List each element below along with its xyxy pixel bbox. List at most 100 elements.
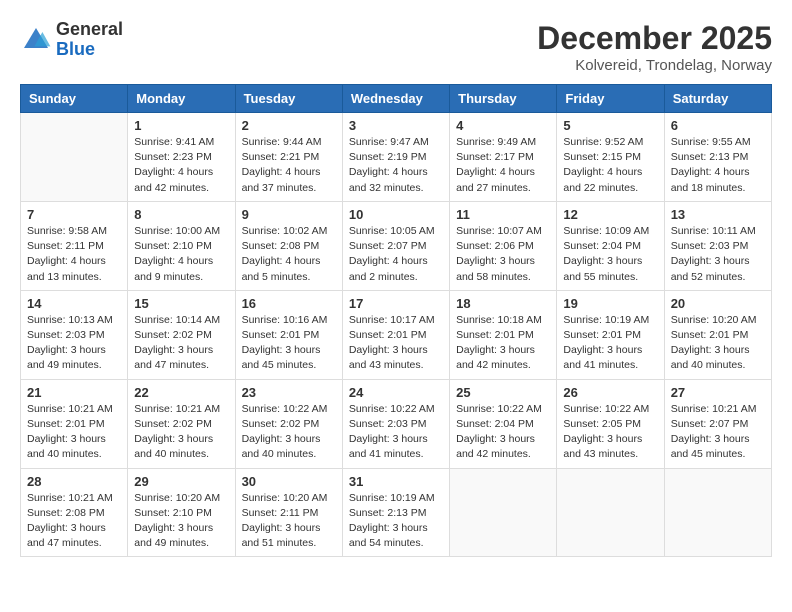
day-of-week-header: Wednesday — [342, 85, 449, 113]
calendar-day-cell: 11 Sunrise: 10:07 AM Sunset: 2:06 PM Dayl… — [450, 201, 557, 290]
calendar-day-cell: 23 Sunrise: 10:22 AM Sunset: 2:02 PM Dayl… — [235, 379, 342, 468]
day-number: 22 — [134, 385, 228, 400]
day-info: Sunrise: 9:41 AM Sunset: 2:23 PM Dayligh… — [134, 135, 228, 196]
calendar-day-cell: 30 Sunrise: 10:20 AM Sunset: 2:11 PM Dayl… — [235, 468, 342, 557]
day-info: Sunrise: 10:05 AM Sunset: 2:07 PM Daylig… — [349, 224, 443, 285]
day-info: Sunrise: 10:18 AM Sunset: 2:01 PM Daylig… — [456, 313, 550, 374]
calendar-week-row: 14 Sunrise: 10:13 AM Sunset: 2:03 PM Dayl… — [21, 290, 772, 379]
calendar-day-cell: 22 Sunrise: 10:21 AM Sunset: 2:02 PM Dayl… — [128, 379, 235, 468]
calendar-day-cell: 21Sunrise: 10:21 AM Sunset: 2:01 PM Dayl… — [21, 379, 128, 468]
day-info: Sunrise: 10:19 AM Sunset: 2:01 PM Daylig… — [563, 313, 657, 374]
calendar-day-cell: 5Sunrise: 9:52 AM Sunset: 2:15 PM Daylig… — [557, 113, 664, 202]
calendar-week-row: 21Sunrise: 10:21 AM Sunset: 2:01 PM Dayl… — [21, 379, 772, 468]
day-number: 6 — [671, 118, 765, 133]
calendar-day-cell: 17 Sunrise: 10:17 AM Sunset: 2:01 PM Dayl… — [342, 290, 449, 379]
day-info: Sunrise: 10:11 AM Sunset: 2:03 PM Daylig… — [671, 224, 765, 285]
day-info: Sunrise: 10:00 AM Sunset: 2:10 PM Daylig… — [134, 224, 228, 285]
calendar-day-cell: 8 Sunrise: 10:00 AM Sunset: 2:10 PM Dayli… — [128, 201, 235, 290]
day-number: 20 — [671, 296, 765, 311]
logo-blue-text: Blue — [56, 39, 95, 59]
calendar-day-cell: 19 Sunrise: 10:19 AM Sunset: 2:01 PM Dayl… — [557, 290, 664, 379]
calendar-day-cell: 18 Sunrise: 10:18 AM Sunset: 2:01 PM Dayl… — [450, 290, 557, 379]
day-info: Sunrise: 9:49 AM Sunset: 2:17 PM Dayligh… — [456, 135, 550, 196]
day-info: Sunrise: 10:22 AM Sunset: 2:02 PM Daylig… — [242, 402, 336, 463]
day-number: 8 — [134, 207, 228, 222]
day-info: Sunrise: 10:21 AM Sunset: 2:08 PM Daylig… — [27, 491, 121, 552]
calendar-day-cell: 12 Sunrise: 10:09 AM Sunset: 2:04 PM Dayl… — [557, 201, 664, 290]
day-number: 14 — [27, 296, 121, 311]
day-number: 23 — [242, 385, 336, 400]
calendar-day-cell: 7Sunrise: 9:58 AM Sunset: 2:11 PM Daylig… — [21, 201, 128, 290]
logo-icon — [20, 24, 52, 56]
day-number: 1 — [134, 118, 228, 133]
day-info: Sunrise: 10:17 AM Sunset: 2:01 PM Daylig… — [349, 313, 443, 374]
calendar-day-cell: 27 Sunrise: 10:21 AM Sunset: 2:07 PM Dayl… — [664, 379, 771, 468]
header: General Blue December 2025 Kolvereid, Tr… — [20, 20, 772, 74]
month-title: December 2025 — [537, 20, 772, 57]
day-number: 2 — [242, 118, 336, 133]
day-info: Sunrise: 9:55 AM Sunset: 2:13 PM Dayligh… — [671, 135, 765, 196]
title-area: December 2025 Kolvereid, Trondelag, Norw… — [537, 20, 772, 74]
day-number: 11 — [456, 207, 550, 222]
day-number: 3 — [349, 118, 443, 133]
day-info: Sunrise: 10:09 AM Sunset: 2:04 PM Daylig… — [563, 224, 657, 285]
calendar-day-cell: 3 Sunrise: 9:47 AM Sunset: 2:19 PM Daylig… — [342, 113, 449, 202]
day-info: Sunrise: 10:22 AM Sunset: 2:04 PM Daylig… — [456, 402, 550, 463]
logo: General Blue — [20, 20, 123, 60]
day-info: Sunrise: 10:16 AM Sunset: 2:01 PM Daylig… — [242, 313, 336, 374]
logo-general-text: General — [56, 19, 123, 39]
day-info: Sunrise: 10:13 AM Sunset: 2:03 PM Daylig… — [27, 313, 121, 374]
day-info: Sunrise: 10:21 AM Sunset: 2:07 PM Daylig… — [671, 402, 765, 463]
calendar-day-cell: 29 Sunrise: 10:20 AM Sunset: 2:10 PM Dayl… — [128, 468, 235, 557]
calendar-day-cell: 15Sunrise: 10:14 AM Sunset: 2:02 PM Dayl… — [128, 290, 235, 379]
calendar-header-row: SundayMondayTuesdayWednesdayThursdayFrid… — [21, 85, 772, 113]
calendar-day-cell: 13 Sunrise: 10:11 AM Sunset: 2:03 PM Dayl… — [664, 201, 771, 290]
day-number: 7 — [27, 207, 121, 222]
calendar-week-row: 1 Sunrise: 9:41 AM Sunset: 2:23 PM Daylig… — [21, 113, 772, 202]
calendar-day-cell: 24Sunrise: 10:22 AM Sunset: 2:03 PM Dayl… — [342, 379, 449, 468]
day-info: Sunrise: 10:02 AM Sunset: 2:08 PM Daylig… — [242, 224, 336, 285]
calendar-day-cell: 1 Sunrise: 9:41 AM Sunset: 2:23 PM Daylig… — [128, 113, 235, 202]
calendar-day-cell: 28 Sunrise: 10:21 AM Sunset: 2:08 PM Dayl… — [21, 468, 128, 557]
calendar-day-cell — [21, 113, 128, 202]
day-number: 18 — [456, 296, 550, 311]
day-info: Sunrise: 9:47 AM Sunset: 2:19 PM Dayligh… — [349, 135, 443, 196]
calendar-table: SundayMondayTuesdayWednesdayThursdayFrid… — [20, 84, 772, 557]
day-number: 27 — [671, 385, 765, 400]
day-of-week-header: Tuesday — [235, 85, 342, 113]
day-number: 10 — [349, 207, 443, 222]
calendar-day-cell — [664, 468, 771, 557]
day-of-week-header: Friday — [557, 85, 664, 113]
calendar-day-cell: 14 Sunrise: 10:13 AM Sunset: 2:03 PM Dayl… — [21, 290, 128, 379]
day-number: 12 — [563, 207, 657, 222]
day-number: 28 — [27, 474, 121, 489]
calendar-day-cell: 4Sunrise: 9:49 AM Sunset: 2:17 PM Daylig… — [450, 113, 557, 202]
calendar-week-row: 28 Sunrise: 10:21 AM Sunset: 2:08 PM Dayl… — [21, 468, 772, 557]
day-info: Sunrise: 10:14 AM Sunset: 2:02 PM Daylig… — [134, 313, 228, 374]
day-number: 16 — [242, 296, 336, 311]
day-info: Sunrise: 10:22 AM Sunset: 2:05 PM Daylig… — [563, 402, 657, 463]
calendar-day-cell: 6 Sunrise: 9:55 AM Sunset: 2:13 PM Daylig… — [664, 113, 771, 202]
calendar-day-cell — [557, 468, 664, 557]
day-info: Sunrise: 10:07 AM Sunset: 2:06 PM Daylig… — [456, 224, 550, 285]
calendar-day-cell: 20Sunrise: 10:20 AM Sunset: 2:01 PM Dayl… — [664, 290, 771, 379]
day-info: Sunrise: 10:21 AM Sunset: 2:02 PM Daylig… — [134, 402, 228, 463]
day-info: Sunrise: 10:20 AM Sunset: 2:10 PM Daylig… — [134, 491, 228, 552]
calendar-day-cell: 9Sunrise: 10:02 AM Sunset: 2:08 PM Dayli… — [235, 201, 342, 290]
day-number: 29 — [134, 474, 228, 489]
day-info: Sunrise: 9:44 AM Sunset: 2:21 PM Dayligh… — [242, 135, 336, 196]
calendar-day-cell: 31Sunrise: 10:19 AM Sunset: 2:13 PM Dayl… — [342, 468, 449, 557]
day-number: 13 — [671, 207, 765, 222]
day-number: 25 — [456, 385, 550, 400]
day-info: Sunrise: 10:20 AM Sunset: 2:11 PM Daylig… — [242, 491, 336, 552]
day-info: Sunrise: 10:19 AM Sunset: 2:13 PM Daylig… — [349, 491, 443, 552]
day-number: 30 — [242, 474, 336, 489]
day-number: 17 — [349, 296, 443, 311]
day-number: 5 — [563, 118, 657, 133]
day-of-week-header: Saturday — [664, 85, 771, 113]
calendar-week-row: 7Sunrise: 9:58 AM Sunset: 2:11 PM Daylig… — [21, 201, 772, 290]
location: Kolvereid, Trondelag, Norway — [537, 57, 772, 74]
day-number: 24 — [349, 385, 443, 400]
day-of-week-header: Sunday — [21, 85, 128, 113]
day-number: 19 — [563, 296, 657, 311]
